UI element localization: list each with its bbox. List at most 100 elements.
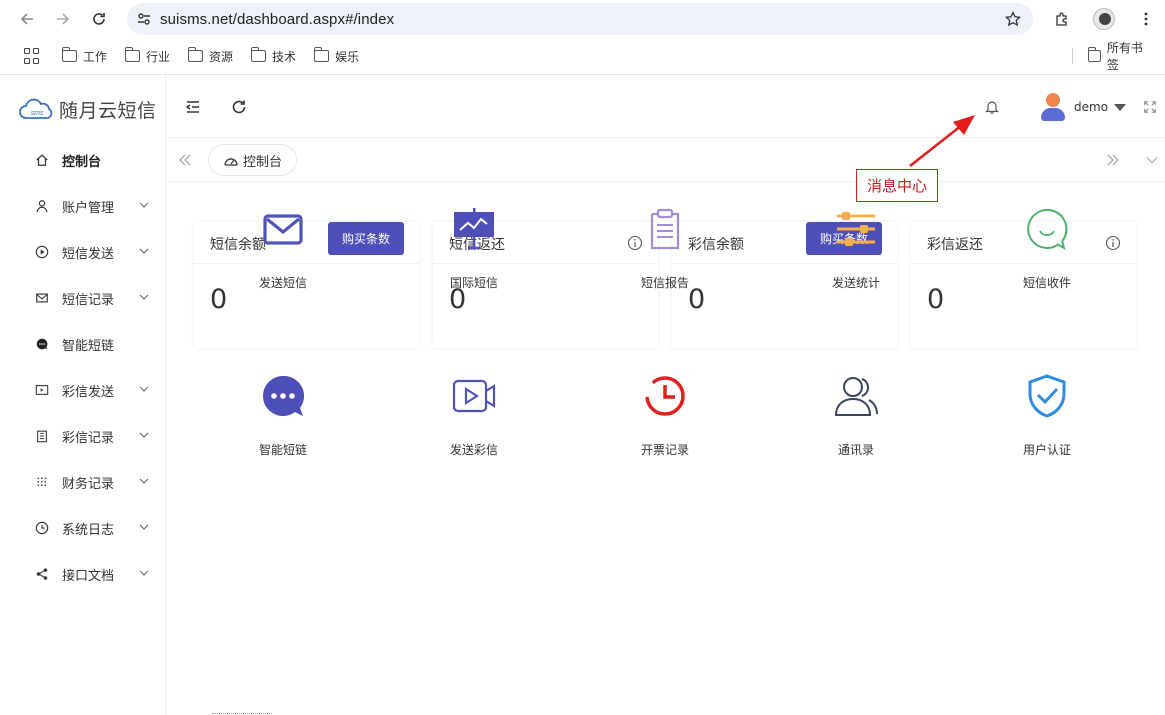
app-header: demo bbox=[166, 75, 1165, 137]
bookmark-folder[interactable]: 资源 bbox=[187, 47, 233, 65]
refresh-icon bbox=[232, 100, 246, 114]
reload-button[interactable] bbox=[81, 1, 117, 37]
home-icon bbox=[34, 152, 50, 168]
shortcut-label: 发送统计 bbox=[831, 276, 880, 290]
presentation-icon bbox=[451, 206, 497, 252]
shortcut-label: 开票记录 bbox=[640, 443, 689, 457]
shortcut-item[interactable]: 通讯录 bbox=[796, 373, 916, 458]
sidebar-item-label: 财务记录 bbox=[62, 476, 115, 492]
tabs-scroll-left-button[interactable] bbox=[175, 150, 195, 170]
sidebar-item-label: 系统日志 bbox=[62, 522, 115, 538]
all-bookmarks-button[interactable]: 所有书签 bbox=[1087, 38, 1147, 74]
chevron-down-icon bbox=[139, 202, 149, 208]
sidebar-item[interactable]: 短信记录 bbox=[0, 275, 165, 321]
folder-icon bbox=[1087, 47, 1101, 62]
chevron-down-icon bbox=[139, 386, 149, 392]
dashboard-content: 短信余额 购买条数 0 短信返还 0 彩信余额 购买条数 0 彩信返还 0 发送… bbox=[166, 182, 1165, 715]
clock-icon bbox=[34, 520, 50, 536]
sidebar-item[interactable]: 控制台 bbox=[0, 137, 165, 183]
sidebar-item-label: 控制台 bbox=[62, 154, 102, 170]
double-chevron-right-icon bbox=[1107, 154, 1119, 166]
card-value: 0 bbox=[927, 284, 945, 315]
sidebar-item-label: 短信记录 bbox=[62, 292, 115, 308]
svg-text:sms: sms bbox=[31, 110, 44, 117]
chevron-down-icon bbox=[139, 294, 149, 300]
apps-grid-icon[interactable] bbox=[24, 48, 40, 64]
sidebar-item[interactable]: 短信发送 bbox=[0, 229, 165, 275]
chevron-down-icon bbox=[139, 570, 149, 576]
user-name: demo bbox=[1074, 100, 1109, 114]
address-bar[interactable]: suisms.net/dashboard.aspx#/index bbox=[127, 3, 1033, 35]
sliders-icon bbox=[833, 206, 879, 252]
sidebar-item-label: 短信发送 bbox=[62, 246, 115, 262]
tab-bar: 控制台 bbox=[166, 137, 1165, 182]
forward-button[interactable] bbox=[45, 1, 81, 37]
sidebar-item-label: 账户管理 bbox=[62, 200, 115, 216]
clipboard-report-icon bbox=[642, 206, 688, 252]
shortcut-item[interactable]: 短信收件 bbox=[987, 206, 1107, 291]
shortcut-label: 短信报告 bbox=[640, 276, 689, 290]
browser-menu-button[interactable] bbox=[1132, 5, 1160, 33]
fullscreen-icon bbox=[1144, 101, 1156, 113]
notifications-button[interactable] bbox=[982, 97, 1002, 117]
chat-smile-icon bbox=[1024, 206, 1070, 252]
refresh-button[interactable] bbox=[229, 97, 249, 117]
fullscreen-button[interactable] bbox=[1140, 97, 1160, 117]
chevron-down-icon bbox=[139, 248, 149, 254]
shortcut-item[interactable]: 用户认证 bbox=[987, 373, 1107, 458]
sidebar-item[interactable]: 接口文档 bbox=[0, 551, 165, 597]
dashboard-icon bbox=[224, 158, 238, 166]
shortcut-label: 发送短信 bbox=[258, 276, 307, 290]
profile-button[interactable] bbox=[1090, 5, 1118, 33]
bookmark-folder[interactable]: 行业 bbox=[124, 47, 170, 65]
envelope-icon bbox=[260, 206, 306, 252]
folder-icon bbox=[313, 47, 330, 62]
bookmark-folder[interactable]: 工作 bbox=[61, 47, 107, 65]
folder-icon bbox=[250, 47, 267, 62]
tabs-menu-button[interactable] bbox=[1142, 150, 1162, 170]
back-button[interactable] bbox=[9, 1, 45, 37]
shortcut-item[interactable]: 国际短信 bbox=[414, 206, 534, 291]
sidebar-item[interactable]: 系统日志 bbox=[0, 505, 165, 551]
shortcut-label: 智能短链 bbox=[258, 443, 307, 457]
shortcut-label: 通讯录 bbox=[837, 443, 874, 457]
reload-icon bbox=[93, 13, 105, 25]
sidebar-item-label: 接口文档 bbox=[62, 568, 115, 584]
more-vertical-icon bbox=[1144, 12, 1148, 26]
video-icon bbox=[34, 382, 50, 398]
info-icon[interactable] bbox=[1105, 235, 1121, 251]
site-settings-icon[interactable] bbox=[136, 11, 152, 27]
logo[interactable]: sms 随月云短信 bbox=[18, 96, 157, 123]
shortcut-item[interactable]: 发送彩信 bbox=[414, 373, 534, 458]
shortcut-label: 短信收件 bbox=[1022, 276, 1071, 290]
collapse-sidebar-button[interactable] bbox=[183, 97, 203, 117]
sidebar-item[interactable]: 智能短链 bbox=[0, 321, 165, 367]
bookmark-folder[interactable]: 娱乐 bbox=[313, 47, 359, 65]
share-icon bbox=[34, 566, 50, 582]
video-camera-icon bbox=[451, 373, 497, 419]
shortcut-item[interactable]: 发送短信 bbox=[223, 206, 343, 291]
folder-icon bbox=[187, 47, 204, 62]
double-chevron-left-icon bbox=[179, 154, 191, 166]
extensions-button[interactable] bbox=[1048, 5, 1076, 33]
user-menu[interactable]: demo bbox=[1040, 93, 1127, 121]
shortcut-item[interactable]: 短信报告 bbox=[605, 206, 725, 291]
caret-down-icon bbox=[1114, 103, 1127, 111]
tabs-scroll-right-button[interactable] bbox=[1103, 150, 1123, 170]
bookmark-folder[interactable]: 技术 bbox=[250, 47, 296, 65]
sidebar-item[interactable]: 账户管理 bbox=[0, 183, 165, 229]
chevron-down-icon bbox=[139, 432, 149, 438]
shield-check-icon bbox=[1024, 373, 1070, 419]
shortcut-item[interactable]: 发送统计 bbox=[796, 206, 916, 291]
folder-icon bbox=[61, 47, 77, 62]
section-title-peek bbox=[212, 704, 276, 715]
shortcut-item[interactable]: 智能短链 bbox=[223, 373, 343, 458]
tab-dashboard[interactable]: 控制台 bbox=[208, 144, 298, 176]
sidebar-item[interactable]: 彩信记录 bbox=[0, 413, 165, 459]
bookmark-star-icon[interactable] bbox=[1005, 11, 1021, 27]
grid-dots-icon bbox=[34, 474, 50, 490]
sidebar-item[interactable]: 彩信发送 bbox=[0, 367, 165, 413]
shortcut-item[interactable]: 开票记录 bbox=[605, 373, 725, 458]
sidebar-item[interactable]: 财务记录 bbox=[0, 459, 165, 505]
sidebar-menu: 控制台账户管理短信发送短信记录智能短链 彩信发送 彩信记录财务记录系统日志接口文档 bbox=[0, 137, 165, 597]
